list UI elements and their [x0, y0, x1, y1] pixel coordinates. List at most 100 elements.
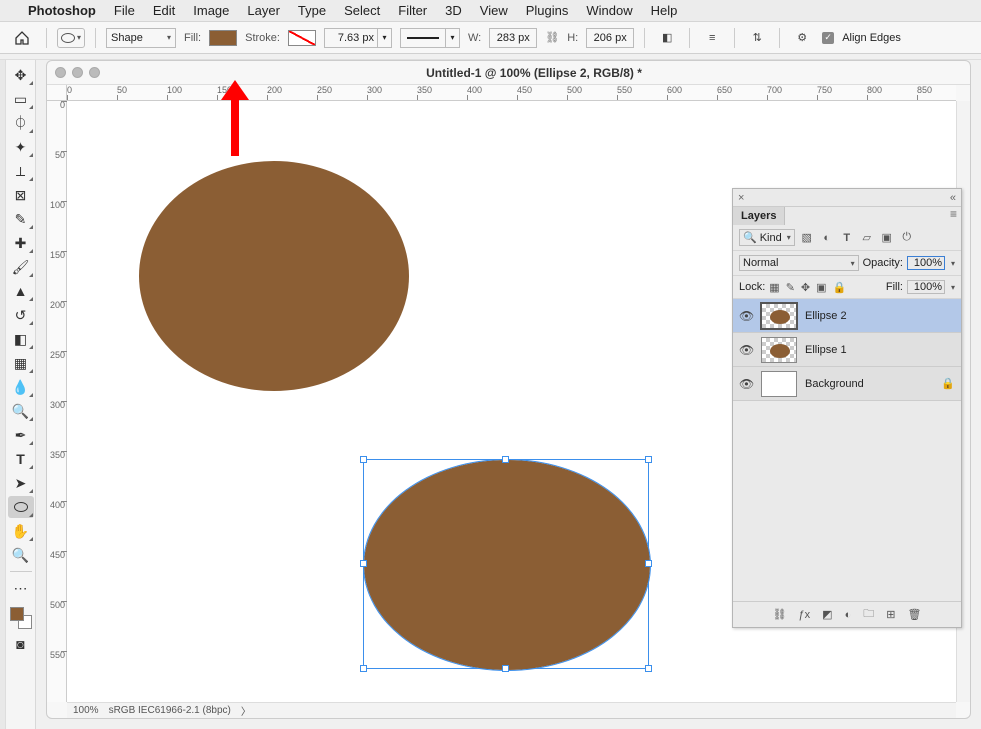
wand-tool[interactable]: ✦	[8, 136, 34, 158]
frame-tool[interactable]: ⊠	[8, 184, 34, 206]
layer-thumbnail[interactable]	[761, 303, 797, 329]
new-layer-icon[interactable]: ⊞	[886, 608, 895, 621]
minimize-icon[interactable]	[72, 67, 83, 78]
visibility-icon[interactable]: 👁	[739, 343, 753, 357]
transform-handle[interactable]	[645, 456, 652, 463]
path-select-tool[interactable]: ➤	[8, 472, 34, 494]
layer-name[interactable]: Background	[805, 378, 933, 390]
menu-file[interactable]: File	[114, 3, 135, 18]
menu-3d[interactable]: 3D	[445, 3, 462, 18]
path-alignment-button[interactable]: ≡	[700, 27, 724, 49]
layer-mask-icon[interactable]: ◩	[822, 608, 832, 621]
panel-menu-icon[interactable]: ≡	[950, 207, 957, 221]
layer-name[interactable]: Ellipse 2	[805, 310, 955, 322]
gradient-tool[interactable]: ▦	[8, 352, 34, 374]
gear-icon[interactable]: ⚙	[790, 27, 814, 49]
panel-collapse-icon[interactable]: «	[950, 192, 956, 204]
transform-bounding-box[interactable]	[363, 459, 649, 669]
healing-tool[interactable]: ✚	[8, 232, 34, 254]
menu-view[interactable]: View	[480, 3, 508, 18]
stamp-tool[interactable]: ▲	[8, 280, 34, 302]
menu-select[interactable]: Select	[344, 3, 380, 18]
fill-swatch[interactable]	[209, 30, 237, 46]
menu-edit[interactable]: Edit	[153, 3, 175, 18]
stroke-style-dropdown[interactable]: ▾	[446, 28, 460, 48]
lock-position-icon[interactable]: ✥	[801, 281, 810, 294]
transform-handle[interactable]	[502, 665, 509, 672]
menu-filter[interactable]: Filter	[398, 3, 427, 18]
filter-shape-icon[interactable]: ▱	[859, 230, 875, 246]
eyedropper-tool[interactable]: ✎	[8, 208, 34, 230]
color-picker[interactable]	[8, 605, 34, 631]
filter-adjust-icon[interactable]: ◐	[819, 230, 835, 246]
fill-dropdown-icon[interactable]: ▾	[951, 283, 955, 292]
layer-name[interactable]: Ellipse 1	[805, 344, 955, 356]
app-menu[interactable]: Photoshop	[28, 3, 96, 18]
marquee-tool[interactable]: ▭	[8, 88, 34, 110]
lock-artboard-icon[interactable]: ▣	[816, 281, 826, 294]
layer-fx-icon[interactable]: ƒx	[799, 609, 811, 621]
brush-tool[interactable]: 🖌	[8, 256, 34, 278]
type-tool[interactable]: T	[8, 448, 34, 470]
delete-layer-icon[interactable]: 🗑	[907, 608, 921, 621]
status-caret-icon[interactable]: 〉	[241, 703, 251, 718]
tool-mode-select[interactable]: Shape▾	[106, 28, 176, 48]
transform-handle[interactable]	[360, 560, 367, 567]
shape-ellipse-1[interactable]	[139, 161, 409, 391]
crop-tool[interactable]: ⟂	[8, 160, 34, 182]
history-brush-tool[interactable]: ↺	[8, 304, 34, 326]
shape-preset-ellipse[interactable]: ▾	[57, 28, 85, 48]
stroke-width-dropdown[interactable]: ▾	[378, 28, 392, 48]
height-input[interactable]: 206 px	[586, 28, 634, 48]
menu-type[interactable]: Type	[298, 3, 326, 18]
menu-layer[interactable]: Layer	[247, 3, 280, 18]
menu-plugins[interactable]: Plugins	[526, 3, 569, 18]
dodge-tool[interactable]: 🔍	[8, 400, 34, 422]
lasso-tool[interactable]: ⏀	[8, 112, 34, 134]
stroke-width-input[interactable]: 7.63 px	[324, 28, 378, 48]
transform-handle[interactable]	[645, 665, 652, 672]
blur-tool[interactable]: 💧	[8, 376, 34, 398]
move-tool[interactable]: ✥	[8, 64, 34, 86]
filter-pixel-icon[interactable]: ▧	[799, 230, 815, 246]
maximize-icon[interactable]	[89, 67, 100, 78]
lock-paint-icon[interactable]: ✎	[786, 281, 795, 294]
layer-row[interactable]: 👁Background🔒	[733, 367, 961, 401]
layer-row[interactable]: 👁 Ellipse 1	[733, 333, 961, 367]
ruler-horizontal[interactable]: 0501001502002503003504004505005506006507…	[67, 85, 956, 101]
ruler-vertical[interactable]: 050100150200250300350400450500550	[47, 101, 67, 702]
opacity-input[interactable]: 100%	[907, 256, 945, 270]
group-layers-icon[interactable]: 🗀	[863, 605, 874, 624]
transform-handle[interactable]	[502, 456, 509, 463]
layer-filter-kind[interactable]: 🔍Kind▾	[739, 229, 795, 246]
hand-tool[interactable]: ✋	[8, 520, 34, 542]
zoom-tool[interactable]: 🔍	[8, 544, 34, 566]
menu-help[interactable]: Help	[651, 3, 678, 18]
eraser-tool[interactable]: ◧	[8, 328, 34, 350]
layer-thumbnail[interactable]	[761, 371, 797, 397]
pen-tool[interactable]: ✒	[8, 424, 34, 446]
panel-close-icon[interactable]: ×	[738, 192, 744, 204]
visibility-icon[interactable]: 👁	[739, 309, 753, 323]
layer-thumbnail[interactable]	[761, 337, 797, 363]
visibility-icon[interactable]: 👁	[739, 377, 753, 391]
layer-fill-input[interactable]: 100%	[907, 280, 945, 294]
link-layers-icon[interactable]: ⛓	[773, 608, 787, 621]
close-icon[interactable]	[55, 67, 66, 78]
stroke-style-select[interactable]	[400, 28, 446, 48]
ellipse-shape-tool[interactable]	[8, 496, 34, 518]
home-button[interactable]	[8, 27, 36, 49]
width-input[interactable]: 283 px	[489, 28, 537, 48]
filter-type-icon[interactable]: T	[839, 230, 855, 246]
adjustment-layer-icon[interactable]: ◐	[845, 609, 852, 621]
menu-window[interactable]: Window	[586, 3, 632, 18]
blend-mode-select[interactable]: Normal▾	[739, 255, 859, 271]
color-profile[interactable]: sRGB IEC61966-2.1 (8bpc)	[109, 705, 231, 716]
align-edges-checkbox[interactable]: ✓	[822, 32, 834, 44]
quickmask-toggle[interactable]: ◙	[8, 633, 34, 655]
menu-image[interactable]: Image	[193, 3, 229, 18]
filter-smart-icon[interactable]: ▣	[879, 230, 895, 246]
stroke-swatch[interactable]	[288, 30, 316, 46]
opacity-dropdown-icon[interactable]: ▾	[951, 259, 955, 268]
path-arrangement-button[interactable]: ⇅	[745, 27, 769, 49]
